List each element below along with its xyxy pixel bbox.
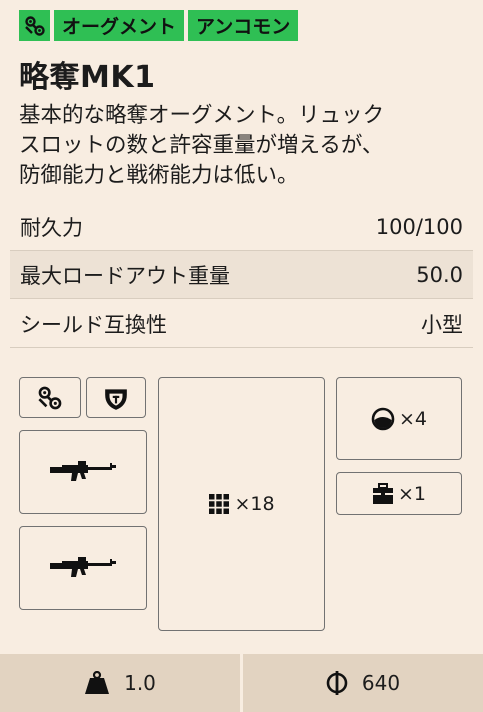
stat-durability: 耐久力 100/100 [10, 203, 473, 251]
quick-use-icon [371, 407, 395, 430]
tag-row: オーグメント アンコモン [19, 10, 299, 41]
safe-pocket-icon [372, 482, 393, 504]
weight-stat: 1.0 [0, 654, 240, 712]
primary-weapon-slot[interactable] [19, 430, 147, 514]
secondary-weapon-slot[interactable] [19, 526, 147, 610]
rifle-icon [50, 461, 116, 481]
stat-value: 100/100 [375, 214, 463, 239]
stat-value: 小型 [421, 312, 463, 337]
item-footer: 1.0 640 [0, 654, 483, 712]
description-line: スロットの数と許容重量が増えるが、 [19, 133, 384, 158]
item-title: 略奪MK1 [19, 60, 156, 95]
price-stat: 640 [243, 654, 483, 712]
backpack-slots[interactable]: ×18 [158, 377, 325, 631]
stat-label: シールド互換性 [20, 312, 167, 337]
weight-icon [85, 671, 110, 694]
rifle-icon [50, 557, 116, 577]
rarity-tag: アンコモン [188, 10, 299, 41]
backpack-slot-count: ×18 [208, 493, 275, 515]
item-description: 基本的な略奪オーグメント。リュック スロットの数と許容重量が増えるが、 防御能力… [19, 101, 469, 191]
stat-label: 最大ロードアウト重量 [20, 263, 230, 288]
description-line: 防御能力と戦術能力は低い。 [19, 163, 299, 188]
coin-icon [326, 671, 348, 695]
shield-icon [105, 388, 127, 410]
backpack-count-text: ×18 [234, 493, 275, 515]
quick-use-slot-count: ×4 [371, 407, 427, 431]
safe-pocket-slots[interactable]: ×1 [336, 472, 462, 515]
shield-slot[interactable] [86, 377, 146, 418]
stat-shield-compat: シールド互換性 小型 [10, 300, 473, 348]
quick-use-count-text: ×4 [398, 407, 427, 430]
stat-max-loadout-weight: 最大ロードアウト重量 50.0 [10, 251, 473, 299]
augment-slot[interactable] [19, 377, 81, 418]
stat-label: 耐久力 [20, 215, 83, 240]
stat-value: 50.0 [416, 262, 463, 287]
weight-value: 1.0 [124, 671, 156, 695]
quick-use-slots[interactable]: ×4 [336, 377, 462, 460]
description-line: 基本的な略奪オーグメント。リュック [19, 103, 385, 128]
price-value: 640 [361, 671, 401, 695]
grid-icon [209, 494, 230, 514]
augment-icon [38, 386, 62, 409]
safe-pocket-count-text: ×1 [397, 482, 426, 505]
augment-tag-icon [19, 10, 50, 41]
category-tag: オーグメント [54, 10, 185, 41]
safe-pocket-slot-count: ×1 [372, 482, 426, 505]
